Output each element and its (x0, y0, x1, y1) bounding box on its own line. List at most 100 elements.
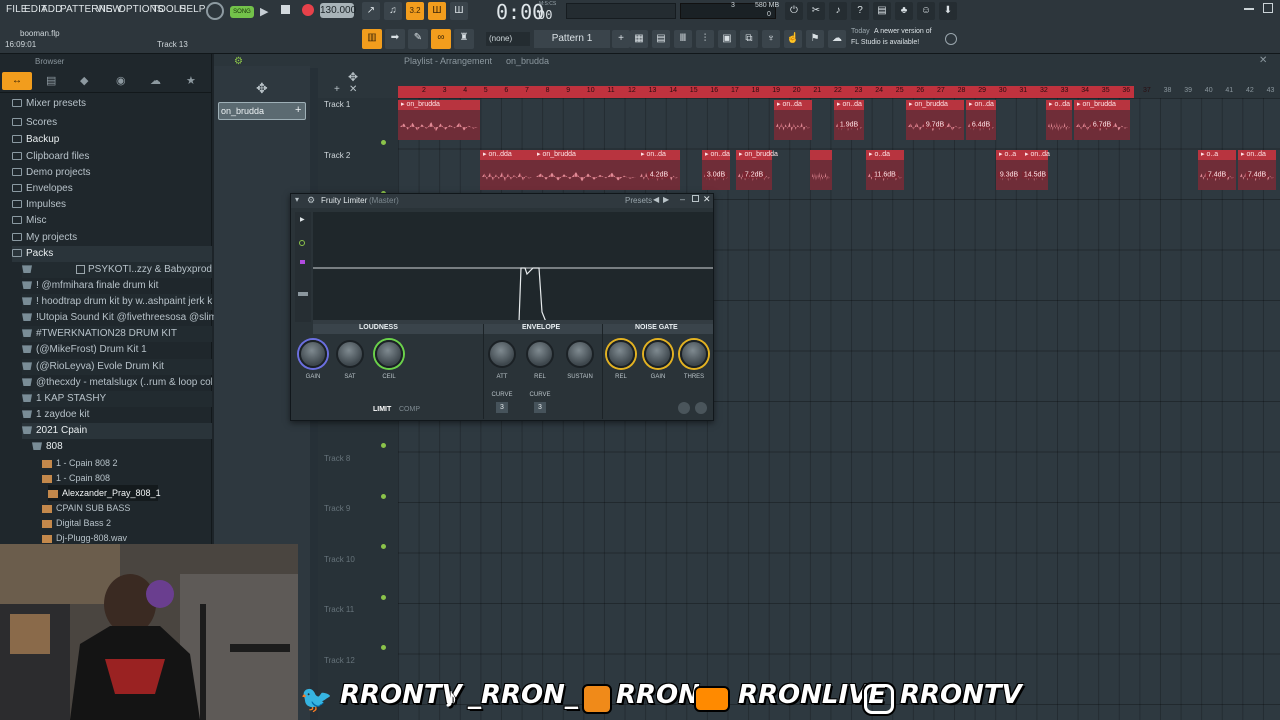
minimize-icon[interactable] (1244, 8, 1254, 10)
save-icon[interactable]: ▤ (873, 2, 891, 20)
limit-tab[interactable]: LIMIT (373, 406, 391, 413)
playlist-view-icon[interactable]: ▥ (362, 29, 382, 49)
track-label[interactable]: Track 10 (324, 555, 355, 564)
prev-preset-icon[interactable]: ◀ (653, 195, 659, 204)
pack-item[interactable]: #TWERKNATION28 DRUM KIT (22, 326, 212, 342)
maximize-icon[interactable] (1263, 3, 1273, 13)
arrows-icon[interactable]: ✥ (256, 80, 268, 97)
track-mute-led[interactable] (381, 443, 386, 448)
attack-knob[interactable] (488, 340, 516, 368)
browser-all-tab-icon[interactable]: ↔ (2, 72, 32, 90)
browser-folder-packs[interactable]: Packs (12, 246, 212, 262)
audio-file[interactable]: CPAIN SUB BASS (42, 500, 130, 516)
gate-gain-knob[interactable] (644, 340, 672, 368)
browser-folder[interactable]: Clipboard files (12, 149, 89, 165)
browser-folder[interactable]: Demo projects (12, 165, 90, 181)
ceiling-knob[interactable] (375, 340, 403, 368)
track-label[interactable]: Track 12 (324, 656, 355, 665)
track-label[interactable]: Track 9 (324, 504, 350, 513)
song-mode-toggle[interactable]: SONG (230, 6, 254, 18)
download-icon[interactable]: ⬇ (939, 2, 957, 20)
release-knob[interactable] (526, 340, 554, 368)
release-curve-value[interactable]: 3 (534, 402, 546, 413)
gain-knob[interactable] (299, 340, 327, 368)
browser-folder[interactable]: Scores (12, 115, 57, 131)
audio-clip[interactable]: ▸ on..dda (480, 150, 534, 190)
fruity-limiter-window[interactable]: ▾ ⚙ Fruity Limiter (Master) Presets ◀ ▶ … (290, 193, 714, 421)
current-project-icon[interactable]: ▤ (46, 74, 56, 87)
audio-clip[interactable]: ▸ on_brudda 9.7dB (906, 100, 964, 140)
pack-item[interactable]: !Utopia Sound Kit @fivethreesosa @slimej… (22, 310, 235, 326)
snap-select[interactable]: (none) (486, 32, 530, 46)
close-window-icon[interactable]: ✕ (703, 194, 711, 205)
audio-clip[interactable]: ▸ o..da (1046, 100, 1072, 140)
mixer-view-icon[interactable]: Ⅲ (674, 30, 692, 48)
cloud-packs-icon[interactable]: ☁ (150, 74, 161, 87)
track-label[interactable]: Track 1 (324, 100, 350, 109)
piano-roll-icon[interactable]: ▦ (630, 30, 648, 48)
maximize-window-icon[interactable] (692, 195, 699, 202)
audio-clip[interactable]: ▸ on_brudda 7.2dB (736, 150, 778, 190)
pack-item[interactable]: 1 KAP STASHY (22, 391, 212, 407)
track-mute-led[interactable] (381, 140, 386, 145)
news-icon[interactable] (945, 33, 957, 45)
track-mute-led[interactable] (381, 493, 386, 499)
wait-record-icon[interactable]: ↗ (362, 2, 380, 20)
news-text-1[interactable]: A newer version of (874, 28, 932, 35)
browser-folder[interactable]: My projects (12, 230, 77, 246)
power-icon[interactable]: ⏻ (785, 2, 803, 20)
playlist-close-icon[interactable]: ✕ (1259, 55, 1267, 66)
tempo-display[interactable]: 130.000 (320, 3, 356, 18)
track-mute-led[interactable] (381, 594, 386, 600)
audio-file-selected[interactable]: Alexzander_Pray_808_1 (48, 485, 161, 501)
gate-release-knob[interactable] (607, 340, 635, 368)
pack-item[interactable]: ! @mfmihara finale drum kit (22, 278, 158, 294)
news-text-2[interactable]: FL Studio is available! (851, 39, 919, 46)
subfolder-808[interactable]: 808 (32, 439, 63, 455)
touch-icon[interactable]: ☝ (784, 30, 802, 48)
pattern-item[interactable]: on_brudda + (218, 102, 306, 120)
audio-file[interactable]: 1 - Cpain 808 2 (42, 455, 118, 471)
link-icon[interactable]: ∞ (431, 29, 451, 49)
audio-clip[interactable]: ▸ on..da 4.2dB (638, 150, 680, 190)
snap-icon[interactable]: ✥ (348, 70, 358, 84)
pack-item[interactable]: ! hoodtrap drum kit by w..ashpaint jerk … (22, 294, 212, 310)
track-label[interactable]: Track 11 (324, 605, 354, 614)
arrow-icon[interactable]: ▶ (300, 216, 305, 223)
next-preset-icon[interactable]: ▶ (663, 195, 669, 204)
sustain-knob[interactable] (566, 340, 594, 368)
mixer-icon[interactable]: ✂ (807, 2, 825, 20)
chat-icon[interactable]: ☺ (917, 2, 935, 20)
microphone-icon[interactable]: ♪ (829, 2, 847, 20)
mixer-faders-icon[interactable]: ⫶ (696, 30, 714, 48)
plugin-picker-icon[interactable]: ⧉ (740, 30, 758, 48)
favorites-icon[interactable]: ★ (186, 74, 196, 87)
pack-item[interactable]: (@RioLeyva) Evole Drum Kit (22, 359, 212, 375)
stop-icon[interactable] (281, 5, 290, 14)
minimize-window-icon[interactable]: – (680, 194, 685, 204)
loop-record-icon[interactable]: Ш (450, 2, 468, 20)
audio-clip[interactable]: ▸ on..da 6.4dB (966, 100, 996, 140)
pack-item[interactable]: @thecxdy - metalslugx (..rum & loop coll… (22, 375, 212, 391)
channel-rack-icon[interactable]: ▤ (652, 30, 670, 48)
pack-item[interactable]: (@MikeFrost) Drum Kit 1 (22, 342, 147, 358)
comp-tab[interactable]: COMP (399, 406, 420, 413)
typing-keyboard-icon[interactable]: ♫ (384, 2, 402, 20)
track-mute-led[interactable] (381, 645, 386, 650)
audio-clip[interactable]: ▸ on_brudda (534, 150, 638, 190)
add-icon[interactable]: + (295, 104, 301, 116)
option-toggle-1[interactable] (678, 402, 690, 414)
pack-item[interactable]: PSYKOTI..zzy & Babyxprod [FREE] (22, 262, 247, 278)
audio-clip[interactable]: ▸ on..da (774, 100, 812, 140)
audio-clip[interactable]: ▸ o..a 9.3dB (996, 150, 1022, 190)
cloud-icon[interactable]: ☁ (828, 30, 846, 48)
sounds-icon[interactable]: ◉ (116, 74, 126, 87)
audio-clip[interactable]: ▸ on..da 3.0dB (702, 150, 730, 190)
arrow-tool-icon[interactable]: ➡ (385, 29, 405, 49)
browser-folder[interactable]: Impulses (12, 197, 66, 213)
option-toggle-2[interactable] (695, 402, 707, 414)
saturation-knob[interactable] (336, 340, 364, 368)
flag-icon[interactable]: ⚑ (806, 30, 824, 48)
stamp-icon[interactable]: ♜ (454, 29, 474, 49)
audio-file[interactable]: 1 - Cpain 808 (42, 470, 110, 486)
